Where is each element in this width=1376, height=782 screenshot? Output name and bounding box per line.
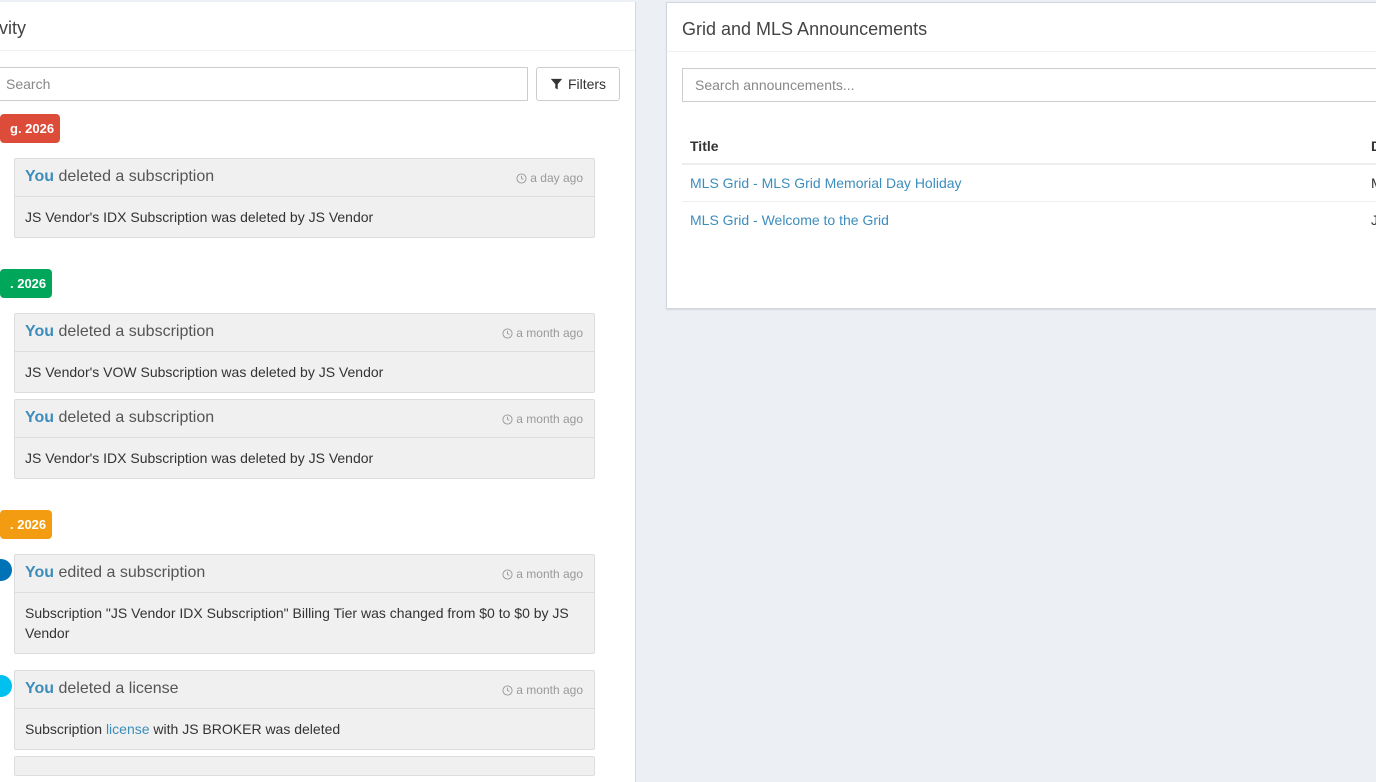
timeline-item: You deleted a license a month ago Subscr… <box>14 670 595 750</box>
table-row: MLS Grid - Welcome to the Grid J <box>682 202 1376 239</box>
action-text: deleted a subscription <box>58 323 215 340</box>
body-text: Subscription <box>25 721 106 737</box>
item-time-text: a month ago <box>516 326 583 340</box>
clock-icon <box>502 568 513 580</box>
action-text: deleted a license <box>58 680 179 697</box>
actor-link[interactable]: You <box>25 680 54 697</box>
announcements-title: Grid and MLS Announcements <box>682 19 928 39</box>
body-text: with JS BROKER was deleted <box>149 721 341 737</box>
announcement-link[interactable]: MLS Grid - MLS Grid Memorial Day Holiday <box>690 175 962 191</box>
item-time: a month ago <box>502 567 583 581</box>
filter-icon <box>550 78 563 89</box>
item-time: a month ago <box>502 326 583 340</box>
date-badge: . 2026 <box>0 269 53 298</box>
table-row: MLS Grid - MLS Grid Memorial Day Holiday… <box>682 165 1376 202</box>
column-header-title[interactable]: Title <box>690 138 719 154</box>
timeline-item: You edited a subscription a month ago Su… <box>14 554 595 654</box>
actor-link[interactable]: You <box>25 323 54 340</box>
timeline-item-header: You deleted a subscription a month ago <box>15 400 594 438</box>
timeline-item-body: JS Vendor's VOW Subscription was deleted… <box>25 364 384 380</box>
clock-icon <box>502 413 513 425</box>
announcements-table: Title D MLS Grid - MLS Grid Memorial Day… <box>682 128 1376 239</box>
item-time: a day ago <box>516 171 583 185</box>
action-text: deleted a subscription <box>58 168 215 185</box>
actor-link[interactable]: You <box>25 168 54 185</box>
date-badge: g. 2026 <box>0 114 61 143</box>
filters-button-label: Filters <box>567 76 607 92</box>
action-text: edited a subscription <box>58 564 206 581</box>
actor-link[interactable]: You <box>25 409 54 426</box>
activity-title: tivity <box>0 18 26 38</box>
announcement-link[interactable]: MLS Grid - Welcome to the Grid <box>690 212 889 228</box>
announcement-date: M <box>1371 175 1376 191</box>
item-time: a month ago <box>502 683 583 697</box>
date-badge: . 2026 <box>0 510 53 539</box>
timeline-item: You deleted a subscription a day ago JS … <box>14 158 595 238</box>
timeline-item-body: Subscription license with JS BROKER was … <box>15 709 594 749</box>
timeline-item-body: JS Vendor's IDX Subscription was deleted… <box>25 209 374 225</box>
clock-icon <box>502 327 513 339</box>
clock-icon <box>516 172 527 184</box>
announcements-search-input[interactable] <box>682 68 1376 102</box>
item-time-text: a day ago <box>530 171 583 185</box>
item-time-text: a month ago <box>516 412 583 426</box>
timeline-item-header: You deleted a license a month ago <box>15 671 594 709</box>
item-time-text: a month ago <box>516 683 583 697</box>
item-time-text: a month ago <box>516 567 583 581</box>
timeline-item-header: You edited a subscription a month ago <box>15 555 594 593</box>
timeline-item-header: You deleted a subscription a month ago <box>15 314 594 352</box>
actor-link[interactable]: You <box>25 564 54 581</box>
timeline-item: You deleted a subscription a month ago J… <box>14 399 595 479</box>
filters-button[interactable]: Filters <box>536 67 620 101</box>
activity-header: tivity <box>0 2 635 51</box>
timeline-item <box>14 756 595 776</box>
timeline-item-body: JS Vendor's IDX Subscription was deleted… <box>25 450 374 466</box>
timeline-item-body: Subscription "JS Vendor IDX Subscription… <box>25 605 569 641</box>
timeline-item: You deleted a subscription a month ago J… <box>14 313 595 393</box>
activity-search-input[interactable] <box>0 67 528 101</box>
column-header-date[interactable]: D <box>1371 138 1376 154</box>
action-text: deleted a subscription <box>58 409 215 426</box>
timeline-item-header: You deleted a subscription a day ago <box>15 159 594 197</box>
announcements-panel: Grid and MLS Announcements Title D MLS G… <box>666 2 1376 309</box>
table-header-row: Title D <box>682 128 1376 165</box>
license-link[interactable]: license <box>106 721 150 737</box>
announcement-date: J <box>1371 212 1376 228</box>
clock-icon <box>502 684 513 696</box>
activity-search-row: Filters <box>0 67 636 101</box>
item-time: a month ago <box>502 412 583 426</box>
announcements-header: Grid and MLS Announcements <box>667 3 1376 52</box>
